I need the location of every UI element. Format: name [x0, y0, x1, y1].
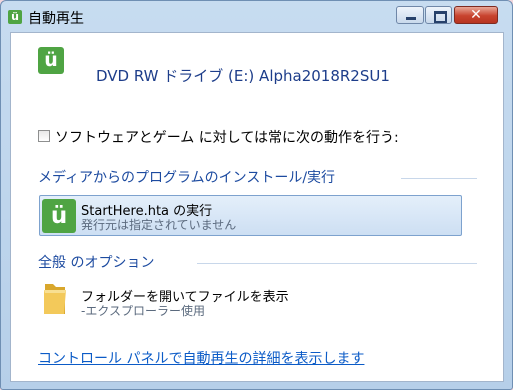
- autoplay-icon: ü: [8, 10, 22, 24]
- section-general-options: 全般 のオプション: [38, 252, 154, 272]
- close-icon: ✕: [470, 7, 482, 23]
- autoplay-window: ü 自動再生 ✕ ü DVD RW ドライブ (E:) Alpha2018R2S…: [0, 0, 513, 390]
- option-subtitle: 発行元は指定されていません: [81, 218, 237, 232]
- maximize-button[interactable]: [425, 6, 452, 24]
- section-install-run: メディアからのプログラムのインストール/実行: [38, 167, 335, 187]
- option-subtitle: -エクスプローラー使用: [81, 304, 205, 318]
- window-title: 自動再生: [28, 11, 84, 27]
- always-do-label: ソフトウェアとゲーム に対しては常に次の動作を行う:: [55, 130, 399, 146]
- autoplay-device-icon: ü: [38, 47, 64, 74]
- section-title: メディアからのプログラムのインストール/実行: [38, 170, 336, 186]
- autoplay-icon: ü: [42, 199, 76, 233]
- option-open-folder[interactable]: フォルダーを開いてファイルを表示 -エクスプローラー使用: [39, 278, 459, 322]
- maximize-icon: [426, 7, 451, 23]
- close-button[interactable]: ✕: [454, 6, 498, 24]
- control-panel-link[interactable]: コントロール パネルで自動再生の詳細を表示します: [38, 348, 364, 368]
- minimize-button[interactable]: [396, 6, 424, 24]
- folder-icon: [44, 284, 66, 314]
- section-divider: [401, 178, 477, 179]
- always-do-checkbox[interactable]: [38, 130, 50, 142]
- device-title: DVD RW ドライブ (E:) Alpha2018R2SU1: [96, 67, 390, 85]
- section-title: 全般 のオプション: [38, 255, 155, 271]
- section-divider: [197, 263, 477, 264]
- option-run-starthere[interactable]: ü StartHere.hta の実行 発行元は指定されていません: [39, 195, 462, 236]
- minimize-icon: [397, 7, 423, 23]
- title-bar[interactable]: ü 自動再生 ✕: [1, 1, 512, 31]
